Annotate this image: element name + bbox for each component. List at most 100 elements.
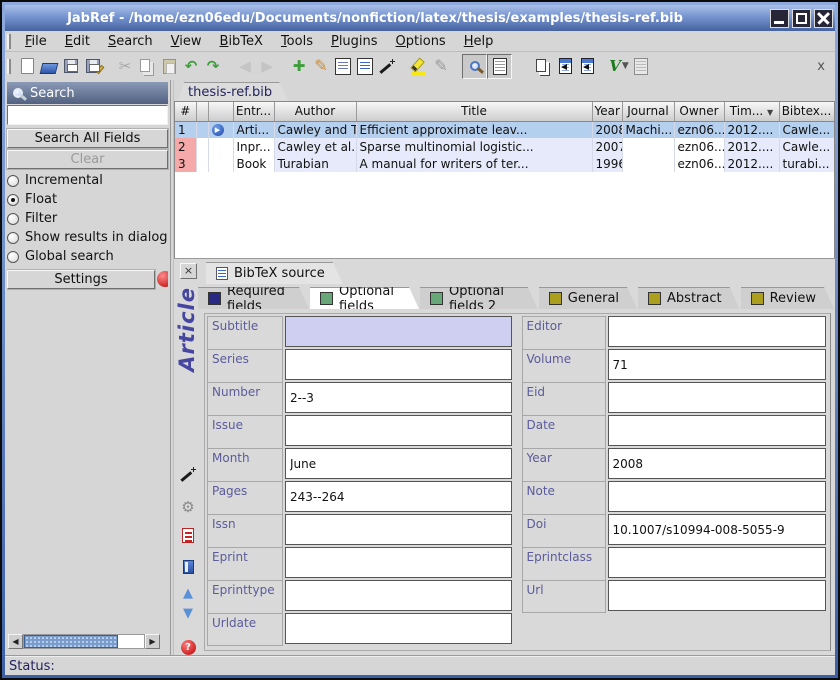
field-input-doi[interactable]: [608, 514, 827, 545]
mark-entries-button[interactable]: [408, 54, 430, 78]
radio-float[interactable]: Float: [7, 190, 168, 209]
menu-plugins[interactable]: Plugins: [322, 33, 387, 50]
close-button[interactable]: [814, 9, 833, 28]
scroll-track[interactable]: [23, 634, 145, 649]
save-as-button[interactable]: [82, 54, 104, 78]
field-input-url[interactable]: [608, 580, 827, 611]
field-input-series[interactable]: [285, 349, 512, 380]
generate-key-button[interactable]: [178, 464, 198, 484]
toolbar-close-button[interactable]: x: [813, 59, 829, 74]
col-3[interactable]: [208, 102, 233, 121]
table-row[interactable]: 1 ▶ Arti... Cawley and Talbot Efficient …: [175, 121, 834, 138]
menu-tools[interactable]: Tools: [272, 33, 322, 50]
tab-review[interactable]: Review: [741, 287, 834, 309]
radio-show-results-in-dialog[interactable]: Show results in dialog: [7, 228, 168, 247]
paste-button[interactable]: [158, 54, 180, 78]
editor-help-button[interactable]: ?: [178, 637, 198, 657]
undo-button[interactable]: ↶: [180, 54, 202, 78]
copy-button[interactable]: [136, 54, 158, 78]
field-input-urldate[interactable]: [285, 613, 512, 644]
field-input-month[interactable]: [285, 448, 512, 479]
tab-optional-fields[interactable]: Optional fields: [310, 287, 419, 309]
menu-file[interactable]: File: [16, 33, 56, 50]
settings-button[interactable]: Settings: [7, 270, 155, 289]
search-panel-header[interactable]: Search: [7, 82, 168, 104]
menu-edit[interactable]: Edit: [56, 33, 99, 50]
col-timestamp[interactable]: Tim... ▼: [724, 102, 779, 121]
col-year[interactable]: Year: [592, 102, 622, 121]
col-author[interactable]: Author: [274, 102, 356, 121]
field-input-eprint[interactable]: [285, 547, 512, 578]
field-input-pages[interactable]: [285, 481, 512, 512]
toolbar-drag-grip[interactable]: [7, 59, 11, 74]
menu-view[interactable]: View: [162, 33, 211, 50]
sidepanel-hscrollbar[interactable]: ◀ ▶: [8, 634, 160, 649]
field-input-note[interactable]: [608, 481, 827, 512]
tab-optional-fields-2[interactable]: Optional fields 2: [420, 287, 538, 309]
search-all-fields-button[interactable]: Search All Fields: [7, 129, 168, 148]
field-input-eid[interactable]: [608, 382, 827, 413]
field-input-volume[interactable]: [608, 349, 827, 380]
tab-required-fields[interactable]: Required fields: [198, 287, 309, 309]
field-input-issn[interactable]: [285, 514, 512, 545]
open-database-button[interactable]: [38, 54, 60, 78]
field-input-subtitle[interactable]: [285, 316, 512, 347]
radio-global-search[interactable]: Global search: [7, 247, 168, 266]
title-bar[interactable]: JabRef - /home/ezn06edu/Documents/nonfic…: [5, 5, 835, 31]
new-entry-button[interactable]: ✚: [288, 54, 310, 78]
field-input-number[interactable]: [285, 382, 512, 413]
field-input-year[interactable]: [608, 448, 827, 479]
col-bibtexkey[interactable]: Bibtex...: [779, 102, 834, 121]
menu-bibtex[interactable]: BibTeX: [211, 33, 272, 50]
tab-thesis-ref[interactable]: thesis-ref.bib: [178, 82, 288, 101]
redo-button[interactable]: ↷: [202, 54, 224, 78]
maximize-button[interactable]: [792, 9, 811, 28]
search-input[interactable]: [7, 105, 168, 125]
edit-entry-button[interactable]: ✎: [310, 54, 332, 78]
radio-incremental[interactable]: Incremental: [7, 171, 168, 190]
col-entrytype[interactable]: Entr...: [233, 102, 274, 121]
toggle-search-button[interactable]: [462, 54, 487, 79]
radio-filter[interactable]: Filter: [7, 209, 168, 228]
minimize-button[interactable]: [770, 9, 789, 28]
scroll-left-button[interactable]: ◀: [8, 634, 23, 649]
autogenerate-keys-button[interactable]: [376, 54, 398, 78]
previous-entry-button[interactable]: ▲: [178, 583, 198, 603]
tab-abstract[interactable]: Abstract: [638, 287, 740, 309]
import-into-database-button[interactable]: [576, 54, 598, 78]
toggle-preview-button[interactable]: [487, 54, 512, 79]
col-num[interactable]: #: [175, 102, 196, 121]
new-database-button[interactable]: [16, 54, 38, 78]
next-entry-button[interactable]: ▼: [178, 603, 198, 623]
field-input-eprinttype[interactable]: [285, 580, 512, 611]
autoset-links-button[interactable]: ⚙: [178, 497, 198, 517]
unmark-entries-button[interactable]: ✎: [430, 54, 452, 78]
menu-help[interactable]: Help: [455, 33, 503, 50]
table-row[interactable]: 3 Book Turabian A manual for writers of …: [175, 155, 834, 172]
forward-button[interactable]: ▶: [256, 54, 278, 78]
clear-button[interactable]: Clear: [7, 150, 168, 169]
save-database-button[interactable]: [60, 54, 82, 78]
new-from-plaintext-button[interactable]: [554, 54, 576, 78]
col-2[interactable]: [196, 102, 208, 121]
open-file-button[interactable]: [630, 54, 652, 78]
col-journal[interactable]: Journal: [622, 102, 674, 121]
field-input-eprintclass[interactable]: [608, 547, 827, 578]
push-to-vim-button[interactable]: V▼: [608, 54, 630, 78]
edit-strings-button[interactable]: [354, 54, 376, 78]
field-input-editor[interactable]: [608, 316, 827, 347]
copy-key-button[interactable]: [532, 54, 554, 78]
menu-search[interactable]: Search: [99, 33, 162, 50]
menu-options[interactable]: Options: [387, 33, 455, 50]
help-ball-icon[interactable]: [157, 271, 168, 287]
edit-preamble-button[interactable]: [332, 54, 354, 78]
field-input-date[interactable]: [608, 415, 827, 446]
field-input-issue[interactable]: [285, 415, 512, 446]
write-pdf-button[interactable]: [178, 525, 198, 545]
cut-button[interactable]: ✂: [114, 54, 136, 78]
col-title[interactable]: Title: [356, 102, 592, 121]
tab-bibtex-source[interactable]: BibTeX source: [206, 262, 343, 284]
scroll-right-button[interactable]: ▶: [145, 634, 160, 649]
col-owner[interactable]: Owner: [674, 102, 724, 121]
tab-general[interactable]: General: [539, 287, 637, 309]
